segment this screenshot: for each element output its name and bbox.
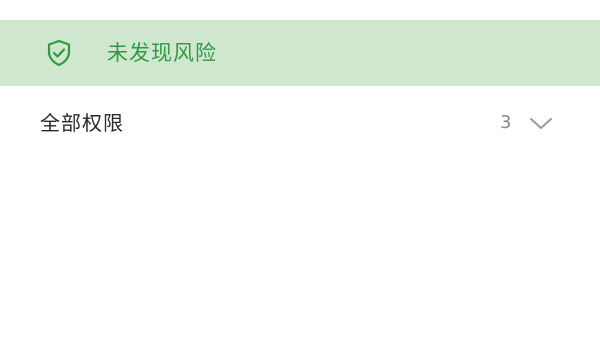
all-permissions-row[interactable]: 全部权限 3 — [0, 92, 600, 152]
risk-status-banner: 未发现风险 — [0, 20, 600, 86]
permissions-count: 3 — [500, 112, 512, 133]
risk-status-text: 未发现风险 — [107, 41, 217, 65]
all-permissions-label: 全部权限 — [40, 111, 124, 135]
chevron-down-icon[interactable] — [528, 114, 554, 132]
shield-check-icon — [44, 38, 74, 68]
